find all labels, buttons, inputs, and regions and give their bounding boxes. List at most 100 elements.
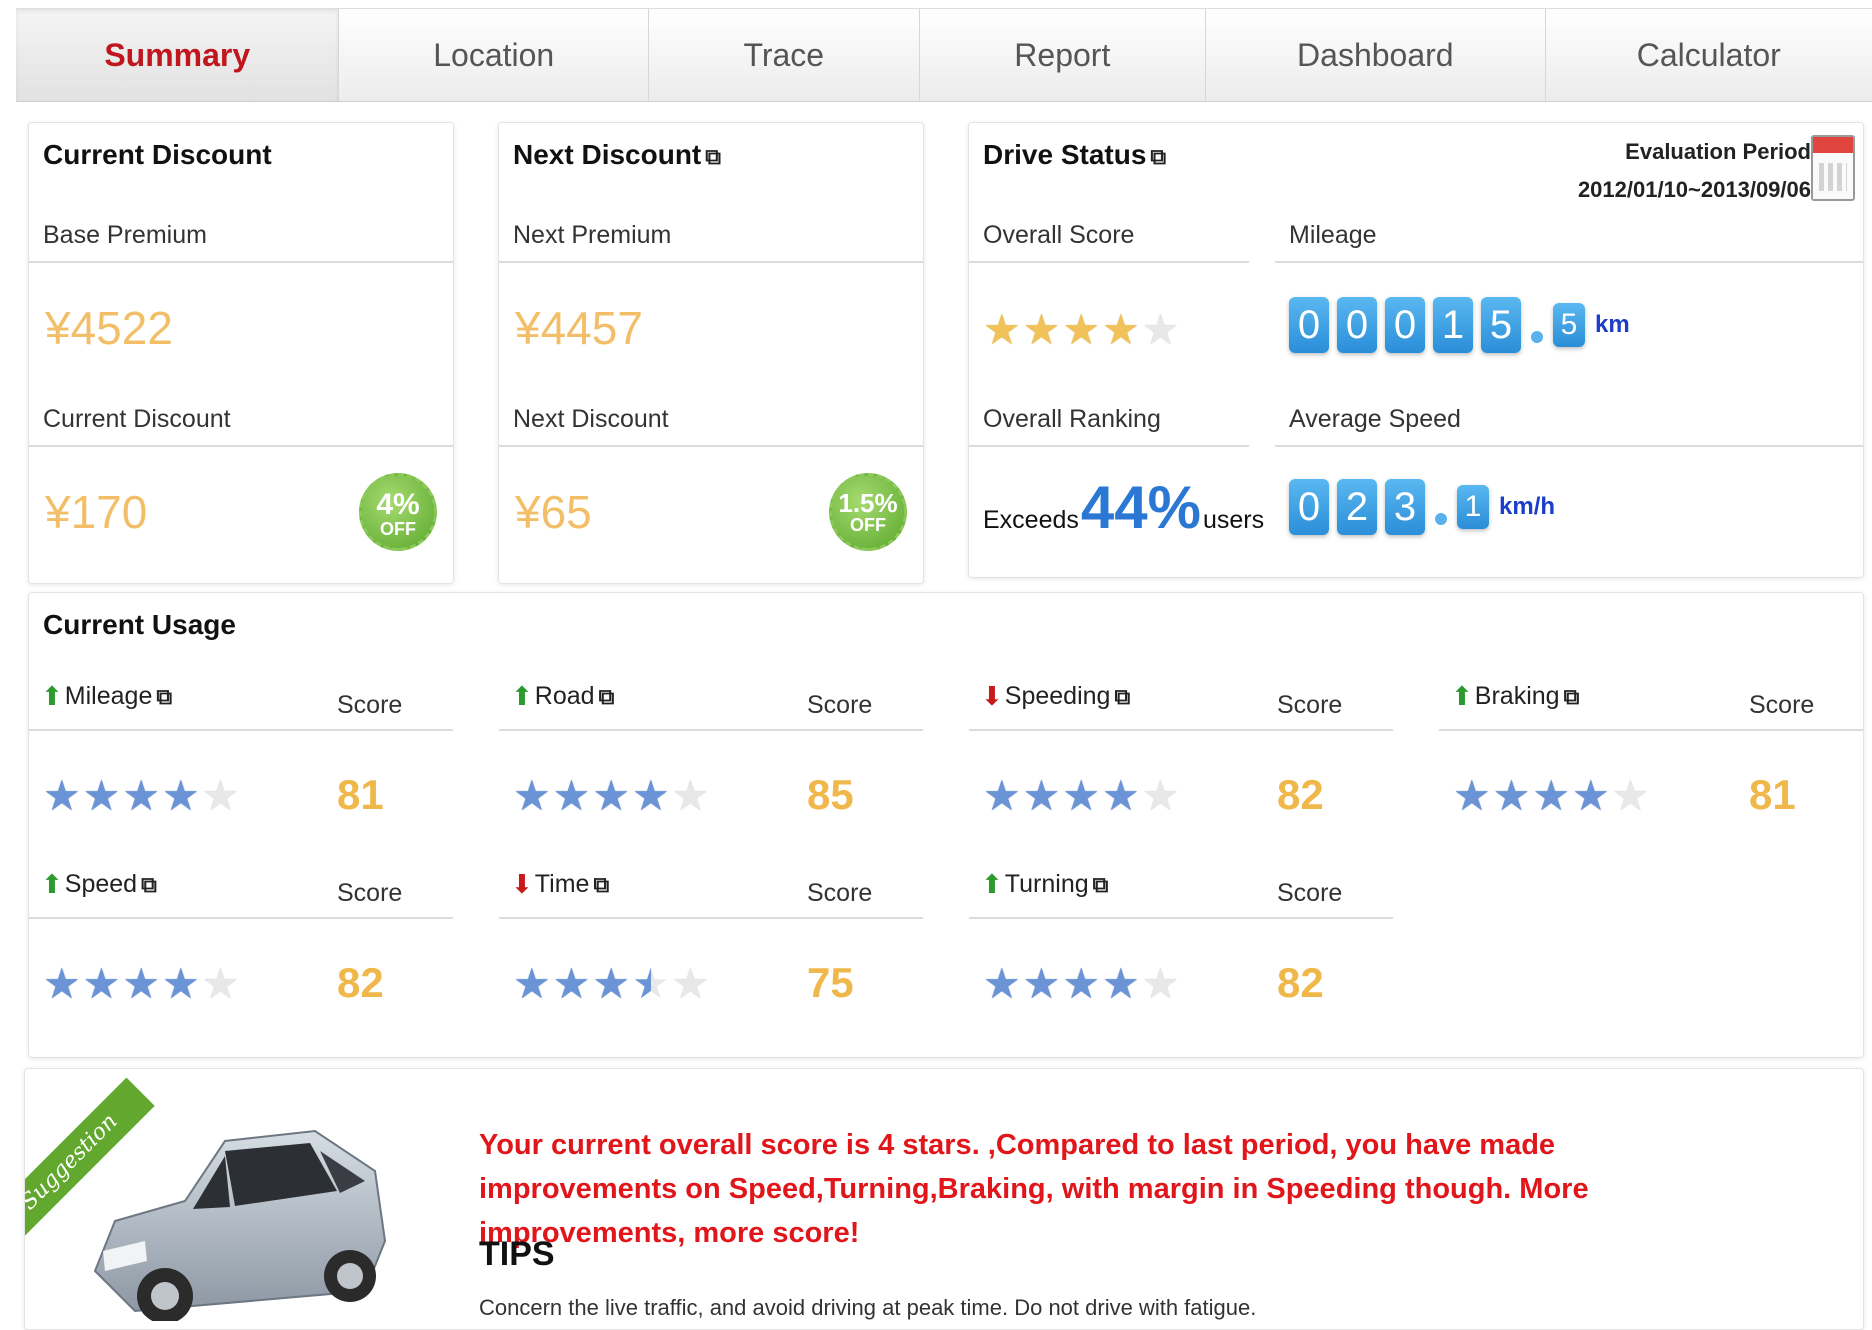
star-icon: ★	[1101, 306, 1140, 353]
metric-stars: ★ ★ ★ ★ ★	[1453, 775, 1651, 817]
star-icon: ★	[122, 960, 160, 1007]
speed-digit: 3	[1385, 479, 1425, 535]
mileage-digit: 0	[1385, 297, 1425, 353]
external-link-icon[interactable]: ⧉	[1093, 872, 1109, 898]
score-label: Score	[1277, 879, 1343, 907]
tab-calculator[interactable]: Calculator	[1546, 9, 1872, 101]
metric-score: 75	[807, 959, 854, 1006]
mileage-digit: 0	[1337, 297, 1377, 353]
main-tab-bar: Summary Location Trace Report Dashboard …	[16, 8, 1872, 102]
divider	[29, 445, 453, 447]
suggestion-card: Suggestion Your current overall score is…	[24, 1068, 1864, 1330]
calendar-icon[interactable]	[1811, 135, 1855, 201]
divider	[1439, 729, 1863, 731]
star-icon: ★	[82, 772, 121, 819]
external-link-icon[interactable]: ⧉	[1114, 684, 1130, 710]
metric-score: 81	[337, 771, 384, 818]
tab-dashboard[interactable]: Dashboard	[1206, 9, 1546, 101]
suggestion-message: Your current overall score is 4 stars. ,…	[479, 1129, 1589, 1249]
star-icon: ★	[983, 960, 1021, 1007]
external-link-icon[interactable]: ⧉	[1564, 684, 1580, 710]
star-icon: ★	[1141, 960, 1180, 1007]
score-label: Score	[337, 879, 403, 907]
next-discount-title: Next Discount ⧉	[513, 139, 721, 171]
next-premium-value: ¥4457	[515, 302, 643, 354]
decimal-dot	[1435, 513, 1447, 525]
badge-off: OFF	[850, 515, 886, 535]
metric-score: 81	[1749, 771, 1796, 818]
external-link-icon[interactable]: ⧉	[593, 872, 609, 898]
average-speed-label: Average Speed	[1289, 405, 1461, 433]
star-icon: ★	[1532, 772, 1570, 819]
external-link-icon[interactable]: ⧉	[1150, 144, 1166, 169]
tab-summary[interactable]: Summary	[16, 9, 340, 101]
badge-percent: 4%	[376, 488, 420, 521]
tab-location[interactable]: Location	[339, 9, 649, 101]
star-icon: ★	[1611, 772, 1650, 819]
metric-name: Road	[534, 682, 595, 710]
star-icon: ★	[161, 772, 200, 819]
current-discount-card: Current Discount Base Premium ¥4522 Curr…	[28, 122, 454, 584]
tab-trace[interactable]: Trace	[649, 9, 920, 101]
metric-name: Speed	[64, 870, 138, 898]
metric-name: Braking	[1474, 682, 1560, 710]
tab-report[interactable]: Report	[920, 9, 1207, 101]
star-icon: ★	[552, 772, 591, 819]
evaluation-period-dates: 2012/01/10~2013/09/06	[1577, 177, 1811, 202]
current-discount-value: ¥170	[45, 486, 148, 538]
metric-name: Turning	[1004, 870, 1089, 898]
ranking-suffix: users	[1202, 506, 1265, 534]
base-premium-value: ¥4522	[45, 302, 173, 354]
divider	[969, 917, 1393, 919]
star-icon: ★	[1141, 306, 1180, 353]
star-icon: ★	[983, 772, 1021, 819]
star-icon: ★	[1062, 772, 1100, 819]
star-icon: ★	[552, 960, 591, 1007]
metric-stars: ★ ★ ★ ★ ★	[513, 963, 711, 1005]
divider	[1275, 445, 1863, 447]
overall-ranking-label: Overall Ranking	[983, 405, 1161, 433]
divider	[29, 917, 453, 919]
divider	[969, 261, 1249, 263]
mileage-digit: 5	[1481, 297, 1521, 353]
star-icon: ★	[201, 772, 240, 819]
metric-name: Speeding	[1004, 682, 1111, 710]
divider	[969, 445, 1249, 447]
star-icon: ★	[43, 960, 81, 1007]
external-link-icon[interactable]: ⧉	[599, 684, 615, 710]
score-label: Score	[337, 691, 403, 719]
arrow-up-icon: ⬆	[1451, 681, 1473, 711]
overall-score-label: Overall Score	[983, 221, 1135, 249]
star-icon: ★	[201, 960, 240, 1007]
mileage-label: Mileage	[1289, 221, 1377, 249]
arrow-up-icon: ⬆	[41, 869, 63, 899]
divider	[29, 729, 453, 731]
star-icon: ★	[592, 960, 630, 1007]
arrow-down-icon: ⬇	[511, 869, 533, 899]
badge-off: OFF	[380, 519, 416, 539]
star-icon: ★	[1101, 772, 1140, 819]
external-link-icon[interactable]: ⧉	[156, 684, 172, 710]
external-link-icon[interactable]: ⧉	[141, 872, 157, 898]
badge-percent: 1.5%	[838, 488, 898, 518]
tips-text: Concern the live traffic, and avoid driv…	[479, 1295, 1257, 1320]
metric-score: 82	[1277, 771, 1324, 818]
star-icon: ★	[1101, 960, 1140, 1007]
divider	[969, 729, 1393, 731]
star-icon: ★	[1022, 772, 1061, 819]
mileage-unit: km	[1595, 311, 1630, 338]
star-icon: ★	[513, 772, 551, 819]
star-icon: ★	[1492, 772, 1531, 819]
star-icon: ★	[161, 960, 200, 1007]
divider	[29, 261, 453, 263]
star-icon: ★	[671, 960, 710, 1007]
external-link-icon[interactable]: ⧉	[705, 144, 721, 169]
metric-score: 85	[807, 771, 854, 818]
average-speed-odometer: 0 2 3 1 km/h	[1289, 479, 1555, 535]
star-icon: ★	[671, 772, 710, 819]
speed-digit: 0	[1289, 479, 1329, 535]
star-icon: ★	[43, 772, 81, 819]
arrow-up-icon: ⬆	[41, 681, 63, 711]
arrow-up-icon: ⬆	[981, 869, 1003, 899]
speed-decimal-digit: 1	[1457, 485, 1489, 529]
